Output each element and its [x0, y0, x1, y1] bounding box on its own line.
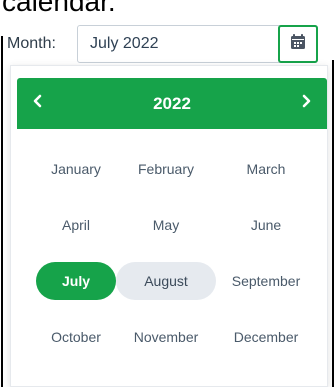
- month-cell[interactable]: May: [116, 206, 216, 244]
- month-cell[interactable]: February: [116, 150, 216, 188]
- right-border: [332, 60, 334, 387]
- left-border: [1, 36, 3, 387]
- month-cell[interactable]: September: [216, 262, 316, 300]
- screenshot-frame: calendar. Month: July 2022 2022 January …: [0, 0, 336, 387]
- year-label[interactable]: 2022: [153, 94, 191, 114]
- month-input-value: July 2022: [90, 35, 159, 52]
- chevron-left-icon: [32, 94, 42, 113]
- month-cell[interactable]: December: [216, 318, 316, 356]
- month-cell[interactable]: October: [36, 318, 116, 356]
- month-field-row: Month:: [7, 23, 62, 65]
- month-cell[interactable]: January: [36, 150, 116, 188]
- month-grid: January February March April May June Ju…: [36, 150, 316, 374]
- prev-year-button[interactable]: [17, 78, 57, 129]
- calendar-icon: [291, 34, 305, 54]
- month-cell-hovered[interactable]: August: [116, 262, 216, 300]
- month-cell[interactable]: November: [116, 318, 216, 356]
- picker-header: 2022: [17, 78, 327, 129]
- next-year-button[interactable]: [287, 78, 327, 129]
- month-cell[interactable]: June: [216, 206, 316, 244]
- caption-text: calendar.: [2, 0, 116, 17]
- month-cell[interactable]: March: [216, 150, 316, 188]
- month-label: Month:: [7, 35, 56, 52]
- month-cell-selected[interactable]: July: [36, 262, 116, 300]
- month-input[interactable]: July 2022: [77, 25, 318, 63]
- month-cell[interactable]: April: [36, 206, 116, 244]
- chevron-right-icon: [302, 94, 312, 113]
- open-calendar-button[interactable]: [278, 25, 318, 63]
